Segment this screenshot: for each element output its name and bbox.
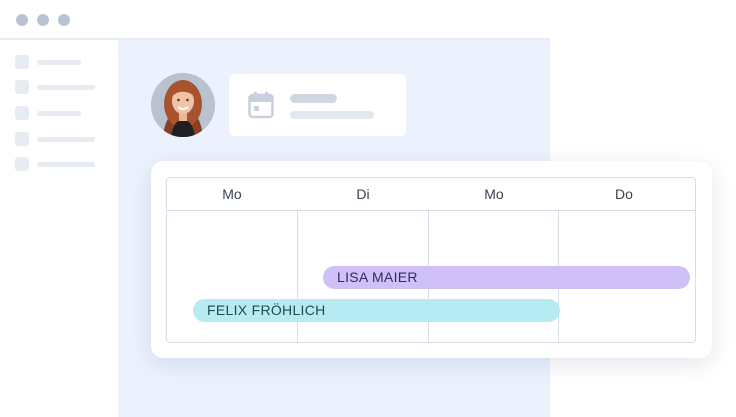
- sidebar-item-icon: [15, 55, 29, 69]
- sidebar-item-label-placeholder: [37, 137, 95, 142]
- screen: Mo Di Mo Do LISA MAIER FELIX FRÖHLICH: [0, 0, 736, 417]
- sidebar: [0, 40, 118, 417]
- sidebar-item-label-placeholder: [37, 111, 81, 116]
- window-control-dot[interactable]: [37, 14, 49, 26]
- title-bar: [0, 0, 550, 40]
- profile-info-card[interactable]: [229, 74, 406, 136]
- column-divider: [297, 211, 298, 342]
- schedule-grid: Mo Di Mo Do LISA MAIER FELIX FRÖHLICH: [166, 177, 696, 343]
- sidebar-item-label-placeholder: [37, 162, 95, 167]
- booking-bar[interactable]: LISA MAIER: [323, 266, 690, 289]
- sidebar-item-label-placeholder: [37, 85, 95, 90]
- window-control-dot[interactable]: [58, 14, 70, 26]
- day-header: Mo: [222, 186, 242, 202]
- day-header: Mo: [484, 186, 504, 202]
- window-control-dot[interactable]: [16, 14, 28, 26]
- sidebar-item-icon: [15, 132, 29, 146]
- info-title-placeholder: [290, 94, 337, 103]
- calendar-icon: [248, 91, 274, 119]
- schedule-card: Mo Di Mo Do LISA MAIER FELIX FRÖHLICH: [151, 161, 712, 358]
- sidebar-item-icon: [15, 80, 29, 94]
- sidebar-item-icon: [15, 106, 29, 120]
- user-avatar[interactable]: [151, 73, 215, 137]
- day-header: Di: [356, 186, 370, 202]
- day-header: Do: [615, 186, 633, 202]
- avatar-photo: [151, 73, 215, 137]
- schedule-header: Mo Di Mo Do: [167, 178, 695, 211]
- booking-bar[interactable]: FELIX FRÖHLICH: [193, 299, 560, 322]
- info-subtitle-placeholder: [290, 111, 374, 119]
- sidebar-item-label-placeholder: [37, 60, 81, 65]
- sidebar-item-icon: [15, 157, 29, 171]
